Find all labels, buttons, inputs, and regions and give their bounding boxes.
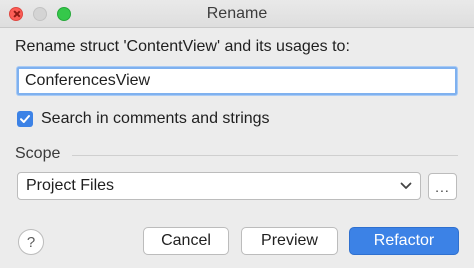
scope-divider [72, 155, 458, 156]
title-bar: Rename [0, 0, 474, 28]
refactor-button[interactable]: Refactor [349, 227, 459, 255]
cancel-button[interactable]: Cancel [143, 227, 229, 255]
search-comments-label: Search in comments and strings [41, 110, 270, 127]
help-button[interactable]: ? [18, 229, 44, 255]
scope-select[interactable]: Project Files [17, 172, 421, 200]
rename-prompt: Rename struct 'ContentView' and its usag… [15, 38, 350, 55]
chevron-down-icon [400, 182, 412, 189]
new-name-input[interactable] [17, 67, 457, 95]
search-comments-checkbox[interactable] [17, 111, 33, 127]
scope-section-label: Scope [15, 145, 61, 162]
window-title: Rename [206, 5, 268, 22]
scope-selected-value: Project Files [26, 177, 115, 194]
checkmark-icon [20, 115, 30, 123]
scope-browse-button[interactable]: ... [428, 173, 457, 200]
preview-button[interactable]: Preview [241, 227, 338, 255]
search-comments-option[interactable]: Search in comments and strings [17, 108, 270, 130]
rename-dialog: Rename Rename struct 'ContentView' and i… [0, 0, 474, 268]
